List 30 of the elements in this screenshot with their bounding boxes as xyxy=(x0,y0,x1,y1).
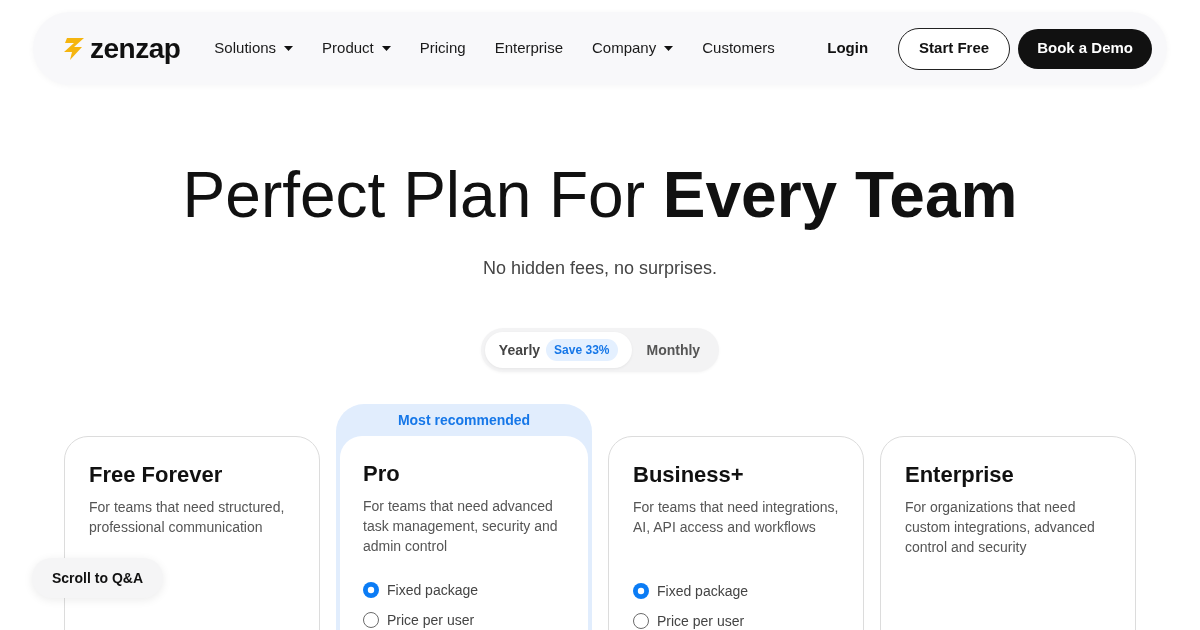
pricing-option[interactable]: Price per user xyxy=(363,610,570,630)
plan-name: Free Forever xyxy=(89,461,224,489)
nav-menu-item[interactable]: Solutions xyxy=(214,37,294,60)
page-subtitle: No hidden fees, no surprises. xyxy=(481,257,719,280)
nav-menu-item[interactable]: Product xyxy=(322,37,391,60)
plan-description: For organizations that need custom integrations, advanced control and security xyxy=(905,498,1096,557)
recommended-label: Most recommended xyxy=(397,410,531,430)
billing-tab[interactable]: Yearly Save 33% xyxy=(484,332,632,368)
plan-description: For teams that need integrations, AI, API access and workflows xyxy=(633,498,840,537)
scroll-to-qa-button[interactable]: Scroll to Q&A xyxy=(32,558,163,598)
pricing-option[interactable]: Fixed package xyxy=(633,581,845,601)
nav-menu-item[interactable]: Customers xyxy=(702,37,775,60)
plan-description: For teams that need structured, professional communication xyxy=(89,498,286,537)
pricing-option[interactable]: Price per user xyxy=(633,611,845,630)
logo[interactable]: zenzap xyxy=(63,27,181,70)
plan-description: For teams that need advanced task management, security and admin control xyxy=(363,497,559,556)
billing-tab[interactable]: Monthly xyxy=(631,332,716,368)
start-free-button[interactable]: Start Free xyxy=(898,27,1011,70)
login-link[interactable]: Login xyxy=(825,37,871,60)
page-heading: Perfect Plan For Every Team xyxy=(181,160,1019,230)
discount-badge: Save 33% xyxy=(546,339,618,361)
plan-name: Enterprise xyxy=(905,461,1015,489)
nav-menu-item[interactable]: Pricing xyxy=(419,37,466,60)
lightning-icon xyxy=(63,36,85,61)
nav-menu-item[interactable]: Company xyxy=(592,37,674,60)
book-demo-button[interactable]: Book a Demo xyxy=(1018,28,1152,69)
nav-menu-item[interactable]: Enterprise xyxy=(494,37,563,60)
plan-name: Business+ xyxy=(633,461,745,489)
plan-name: Pro xyxy=(363,460,401,488)
pricing-option[interactable]: Fixed package xyxy=(363,580,570,600)
